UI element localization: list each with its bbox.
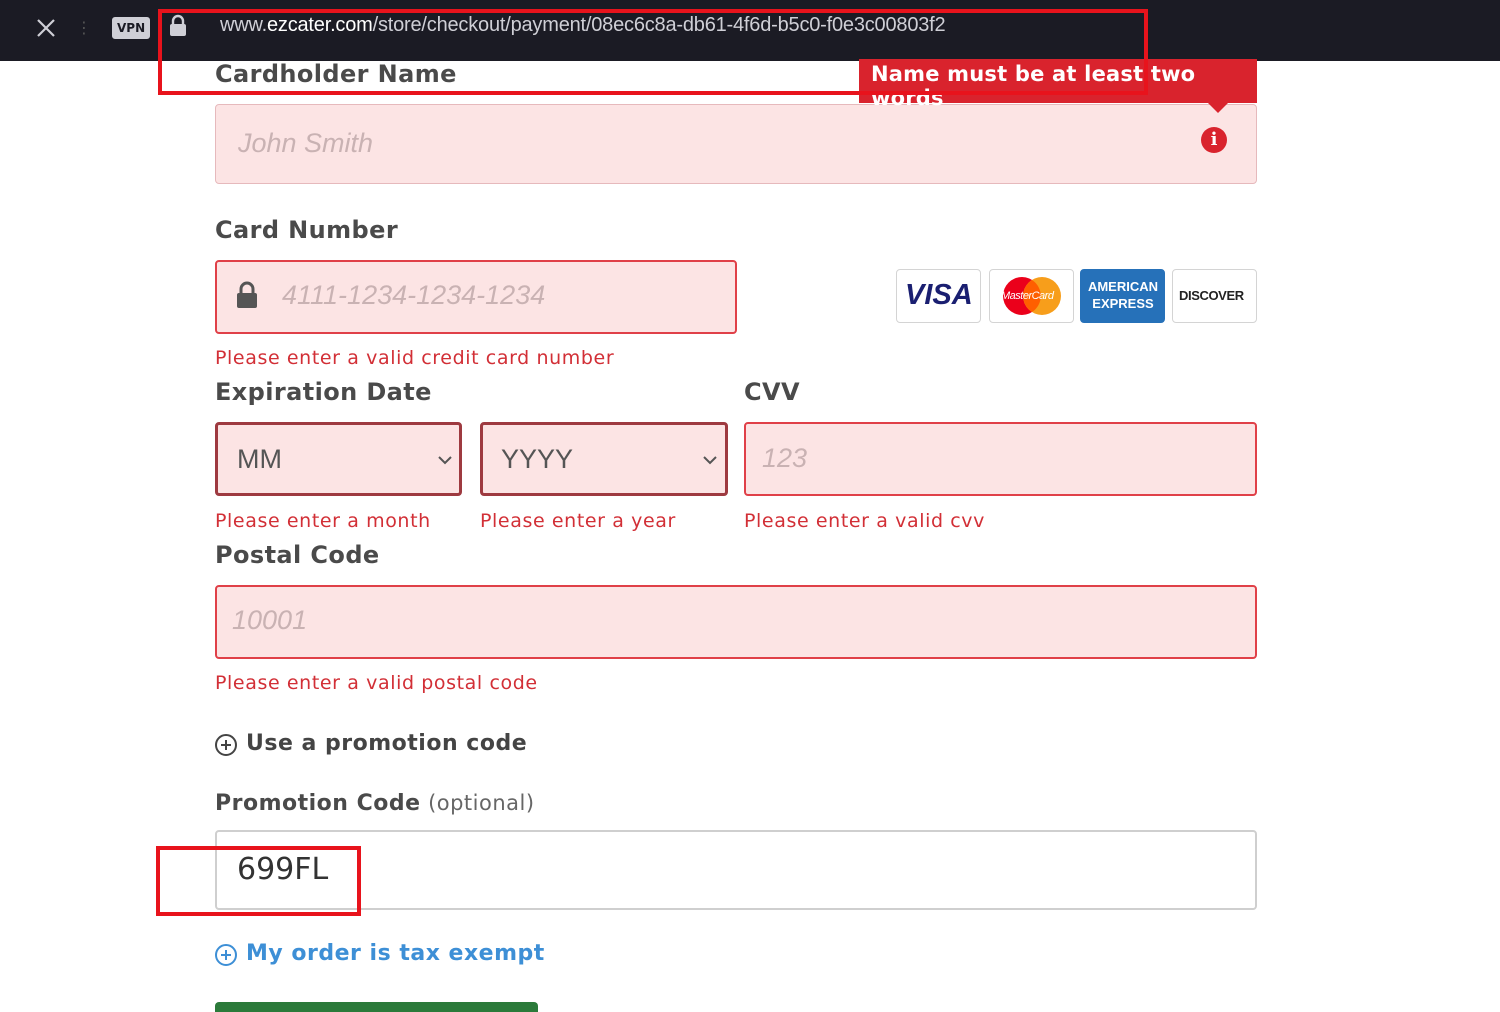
lock-icon bbox=[237, 281, 257, 308]
cvv-label: CVV bbox=[744, 378, 800, 406]
postal-code-input[interactable] bbox=[215, 585, 1257, 659]
month-error: Please enter a month bbox=[215, 510, 431, 532]
vpn-badge[interactable]: VPN bbox=[112, 17, 151, 39]
url-text[interactable]: www.ezcater.com/store/checkout/payment/0… bbox=[220, 14, 946, 37]
cardholder-name-placeholder: John Smith bbox=[238, 128, 374, 158]
discover-logo-text: DISCOVER bbox=[1179, 288, 1244, 303]
chevron-down-icon bbox=[438, 456, 452, 465]
more-vertical-icon[interactable]: ⋮ bbox=[76, 18, 92, 38]
expiration-year-value: YYYY bbox=[501, 444, 574, 474]
url-prefix: www. bbox=[220, 14, 267, 36]
submit-button[interactable] bbox=[215, 1002, 538, 1012]
promotion-code-label: Promotion Code bbox=[215, 791, 421, 816]
mastercard-logo-text: MasterCard bbox=[1001, 290, 1054, 302]
expiration-date-label: Expiration Date bbox=[215, 378, 432, 406]
cvv-placeholder: 123 bbox=[762, 443, 808, 473]
use-promotion-code-link[interactable]: Use a promotion code bbox=[246, 731, 527, 756]
postal-code-placeholder: 10001 bbox=[232, 605, 308, 635]
close-icon[interactable] bbox=[34, 16, 58, 40]
chevron-down-icon bbox=[703, 456, 717, 465]
amex-logo: AMERICAN EXPRESS bbox=[1080, 269, 1165, 323]
card-number-error: Please enter a valid credit card number bbox=[215, 347, 615, 369]
postal-code-error: Please enter a valid postal code bbox=[215, 672, 538, 694]
year-error: Please enter a year bbox=[480, 510, 676, 532]
promotion-code-optional: (optional) bbox=[428, 791, 535, 815]
visa-logo-text: VISA bbox=[905, 279, 973, 311]
cardholder-name-label: Cardholder Name bbox=[215, 60, 457, 88]
url-path: /store/checkout/payment/08ec6c8a-db61-4f… bbox=[372, 14, 946, 36]
promotion-code-label-row: Promotion Code (optional) bbox=[215, 791, 535, 816]
card-number-label: Card Number bbox=[215, 216, 399, 244]
cvv-input[interactable] bbox=[744, 422, 1257, 496]
plus-circle-icon[interactable] bbox=[215, 734, 237, 756]
promotion-code-value: 699FL bbox=[237, 852, 329, 887]
discover-logo: DISCOVER bbox=[1172, 269, 1257, 323]
promotion-code-input[interactable] bbox=[215, 830, 1257, 910]
amex-logo-text: AMERICAN EXPRESS bbox=[1087, 279, 1159, 311]
info-error-icon: i bbox=[1201, 127, 1227, 153]
mastercard-logo: MasterCard bbox=[989, 269, 1074, 323]
url-domain: ezcater.com bbox=[266, 14, 373, 36]
name-error-tooltip: Name must be at least two words bbox=[859, 59, 1257, 110]
browser-address-bar: ⋮ VPN www.ezcater.com/store/checkout/pay… bbox=[0, 0, 1500, 61]
cvv-error: Please enter a valid cvv bbox=[744, 510, 985, 532]
postal-code-label: Postal Code bbox=[215, 541, 380, 569]
visa-logo: VISA bbox=[896, 269, 981, 323]
tooltip-arrow bbox=[1208, 103, 1228, 113]
expiration-month-value: MM bbox=[237, 444, 282, 474]
tax-exempt-link[interactable]: My order is tax exempt bbox=[246, 941, 545, 966]
card-number-placeholder: 4111-1234-1234-1234 bbox=[282, 280, 546, 310]
plus-circle-icon[interactable] bbox=[215, 944, 237, 966]
lock-icon[interactable] bbox=[168, 14, 188, 38]
